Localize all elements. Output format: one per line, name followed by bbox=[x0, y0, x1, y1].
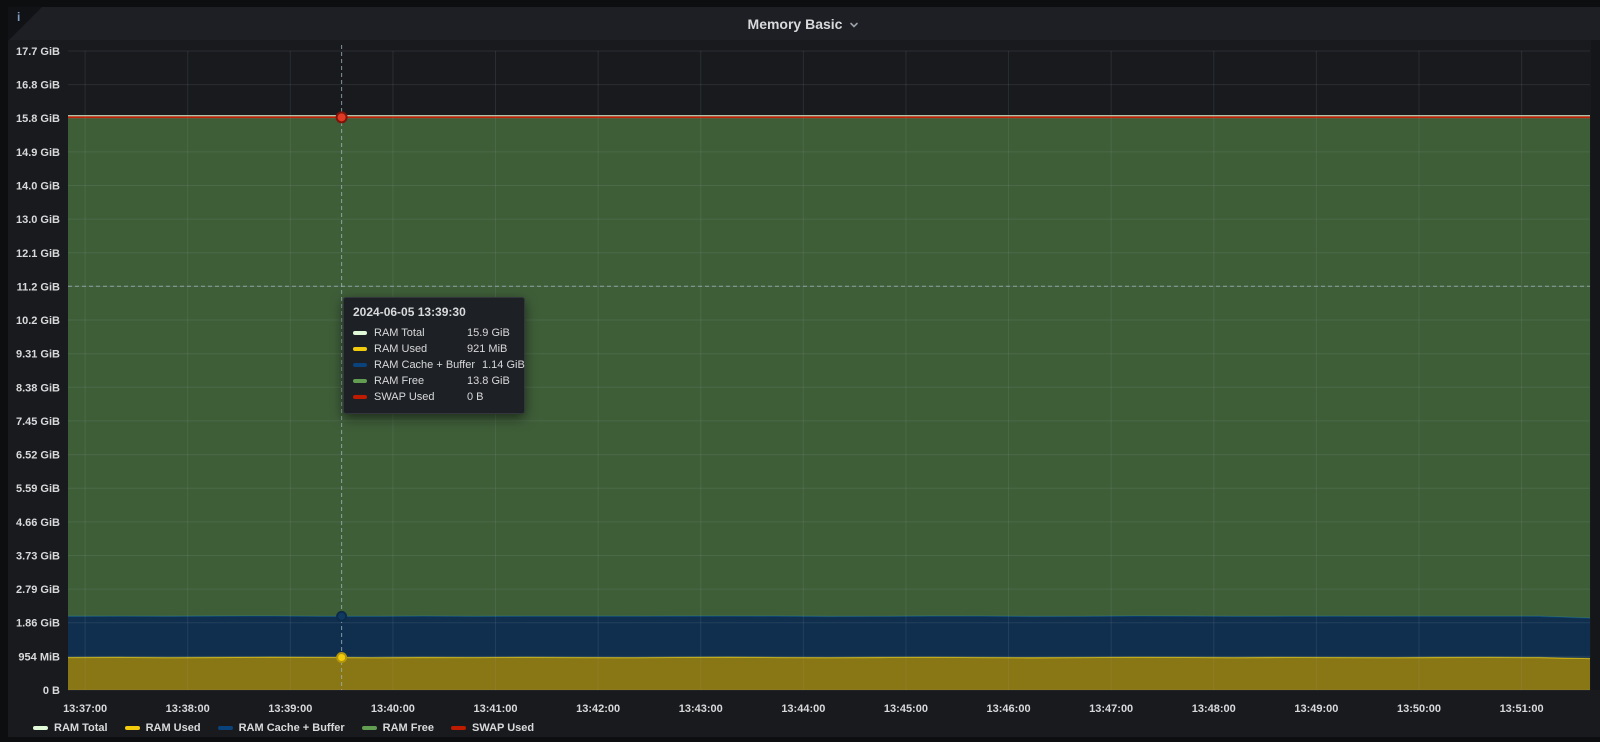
svg-text:2.79 GiB: 2.79 GiB bbox=[16, 584, 60, 596]
svg-text:13:47:00: 13:47:00 bbox=[1089, 703, 1133, 715]
series-name: RAM Cache + Buffer bbox=[374, 359, 475, 371]
svg-text:15.8 GiB: 15.8 GiB bbox=[16, 113, 60, 125]
legend-item-ram-cache-buffer[interactable]: RAM Cache + Buffer bbox=[218, 722, 345, 734]
series-value: 15.9 GiB bbox=[467, 327, 515, 339]
svg-text:0 B: 0 B bbox=[43, 685, 60, 697]
svg-text:13:37:00: 13:37:00 bbox=[63, 703, 107, 715]
svg-text:4.66 GiB: 4.66 GiB bbox=[16, 517, 60, 529]
series-name: RAM Free bbox=[374, 375, 460, 387]
svg-text:13:43:00: 13:43:00 bbox=[679, 703, 723, 715]
chart-legend: RAM Total RAM Used RAM Cache + Buffer RA… bbox=[33, 719, 534, 737]
legend-swatch bbox=[362, 726, 377, 730]
svg-text:13:42:00: 13:42:00 bbox=[576, 703, 620, 715]
svg-text:1.86 GiB: 1.86 GiB bbox=[16, 618, 60, 630]
series-name: SWAP Used bbox=[374, 391, 460, 403]
legend-item-swap-used[interactable]: SWAP Used bbox=[451, 722, 534, 734]
series-name: RAM Total bbox=[374, 327, 460, 339]
svg-text:13:50:00: 13:50:00 bbox=[1397, 703, 1441, 715]
svg-text:9.31 GiB: 9.31 GiB bbox=[16, 349, 60, 361]
svg-text:12.1 GiB: 12.1 GiB bbox=[16, 248, 60, 260]
chart-tooltip: 2024-06-05 13:39:30 RAM Total 15.9 GiB R… bbox=[343, 297, 525, 414]
svg-text:7.45 GiB: 7.45 GiB bbox=[16, 416, 60, 428]
legend-item-ram-total[interactable]: RAM Total bbox=[33, 722, 108, 734]
legend-label: RAM Free bbox=[383, 722, 434, 734]
svg-text:13:46:00: 13:46:00 bbox=[987, 703, 1031, 715]
legend-label: RAM Used bbox=[146, 722, 201, 734]
tooltip-row: RAM Free 13.8 GiB bbox=[353, 373, 515, 389]
series-swatch bbox=[353, 379, 367, 383]
svg-text:3.73 GiB: 3.73 GiB bbox=[16, 550, 60, 562]
svg-text:5.59 GiB: 5.59 GiB bbox=[16, 483, 60, 495]
tooltip-timestamp: 2024-06-05 13:39:30 bbox=[353, 305, 515, 319]
svg-text:13:45:00: 13:45:00 bbox=[884, 703, 928, 715]
svg-text:14.0 GiB: 14.0 GiB bbox=[16, 181, 60, 193]
svg-text:954 MiB: 954 MiB bbox=[18, 651, 60, 663]
svg-text:14.9 GiB: 14.9 GiB bbox=[16, 147, 60, 159]
series-swatch bbox=[353, 347, 367, 351]
svg-text:16.8 GiB: 16.8 GiB bbox=[16, 80, 60, 92]
series-value: 0 B bbox=[467, 391, 515, 403]
series-value: 921 MiB bbox=[467, 343, 515, 355]
svg-text:13.0 GiB: 13.0 GiB bbox=[16, 214, 60, 226]
legend-label: RAM Cache + Buffer bbox=[239, 722, 345, 734]
legend-swatch bbox=[125, 726, 140, 730]
tooltip-row: RAM Total 15.9 GiB bbox=[353, 325, 515, 341]
series-name: RAM Used bbox=[374, 343, 460, 355]
svg-text:13:51:00: 13:51:00 bbox=[1500, 703, 1544, 715]
memory-usage-chart[interactable]: 0 B 954 MiB 1.86 GiB 2.79 GiB 3.73 GiB 4.66 G… bbox=[0, 0, 1600, 742]
tooltip-row: RAM Cache + Buffer 1.14 GiB bbox=[353, 357, 515, 373]
svg-text:13:48:00: 13:48:00 bbox=[1192, 703, 1236, 715]
svg-text:13:41:00: 13:41:00 bbox=[474, 703, 518, 715]
svg-text:13:49:00: 13:49:00 bbox=[1294, 703, 1338, 715]
series-value: 13.8 GiB bbox=[467, 375, 515, 387]
svg-text:13:44:00: 13:44:00 bbox=[781, 703, 825, 715]
series-swatch bbox=[353, 395, 367, 399]
tooltip-row: RAM Used 921 MiB bbox=[353, 341, 515, 357]
svg-text:11.2 GiB: 11.2 GiB bbox=[17, 281, 60, 293]
legend-label: SWAP Used bbox=[472, 722, 534, 734]
svg-text:10.2 GiB: 10.2 GiB bbox=[16, 315, 60, 327]
svg-text:6.52 GiB: 6.52 GiB bbox=[16, 450, 60, 462]
series-swatch bbox=[353, 331, 367, 335]
series-value: 1.14 GiB bbox=[482, 359, 530, 371]
tooltip-row: SWAP Used 0 B bbox=[353, 389, 515, 405]
svg-text:13:40:00: 13:40:00 bbox=[371, 703, 415, 715]
svg-text:13:39:00: 13:39:00 bbox=[268, 703, 312, 715]
series-swatch bbox=[353, 363, 367, 367]
legend-swatch bbox=[451, 726, 466, 730]
svg-text:8.38 GiB: 8.38 GiB bbox=[16, 382, 60, 394]
legend-label: RAM Total bbox=[54, 722, 108, 734]
legend-item-ram-used[interactable]: RAM Used bbox=[125, 722, 201, 734]
svg-text:17.7 GiB: 17.7 GiB bbox=[16, 46, 60, 58]
legend-item-ram-free[interactable]: RAM Free bbox=[362, 722, 434, 734]
legend-swatch bbox=[218, 726, 233, 730]
svg-text:13:38:00: 13:38:00 bbox=[166, 703, 210, 715]
legend-swatch bbox=[33, 726, 48, 730]
